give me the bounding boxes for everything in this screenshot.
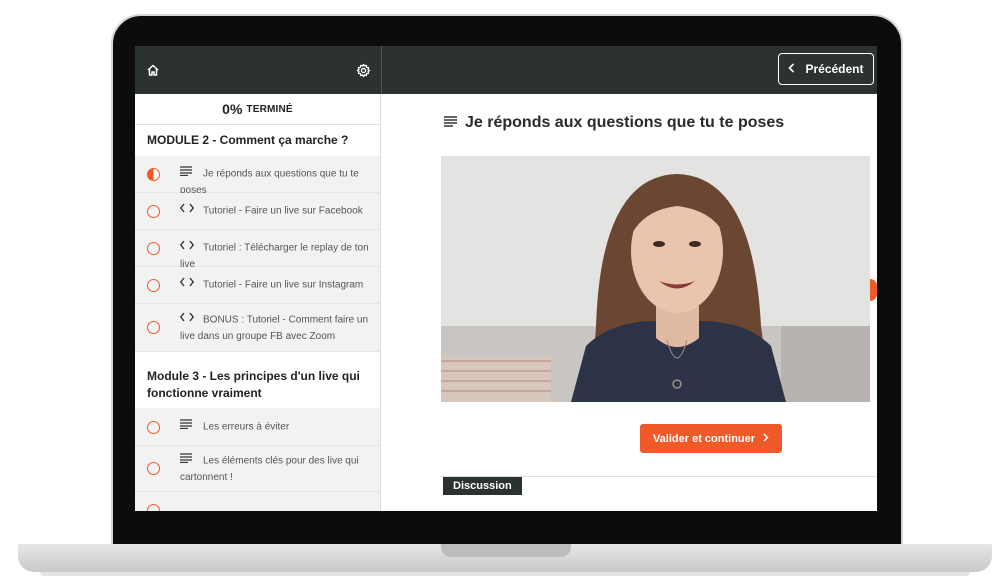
course-player-screen: Précédent 0% TERMINÉ MODULE 2 - Comment … xyxy=(135,46,877,511)
lesson-item[interactable]: BONUS : Tutoriel - Comment faire un live… xyxy=(135,304,380,352)
lesson-label: Je réponds aux questions que tu te poses xyxy=(180,168,359,196)
lesson-label: Les erreurs à éviter xyxy=(203,421,290,433)
validate-continue-label: Valider et continuer xyxy=(652,432,756,445)
text-lines-icon xyxy=(180,419,194,435)
progress-percent: 0% xyxy=(222,101,243,117)
text-lines-icon xyxy=(180,453,194,469)
lesson-item[interactable]: Les erreurs à éviter xyxy=(135,408,380,446)
lesson-item[interactable]: Les éléments clés pour des live qui cart… xyxy=(135,446,380,492)
laptop-notch xyxy=(441,544,571,557)
code-icon xyxy=(179,240,195,256)
lesson-item[interactable]: Je réponds aux questions que tu te poses xyxy=(135,156,380,196)
text-lines-icon xyxy=(180,166,194,182)
not-started-status-icon xyxy=(147,321,160,334)
code-icon xyxy=(179,277,195,293)
lesson-heading: Je réponds aux questions que tu te poses xyxy=(444,114,784,132)
lesson-video[interactable] xyxy=(441,156,870,402)
lesson-item[interactable]: Tutoriel - Faire un live sur Instagram xyxy=(135,267,380,304)
chevron-left-icon xyxy=(788,62,795,76)
topbar-divider xyxy=(381,46,382,94)
not-started-status-icon xyxy=(147,279,160,292)
course-sidebar: 0% TERMINÉ MODULE 2 - Comment ça marche … xyxy=(135,94,381,511)
lesson-content: Je réponds aux questions que tu te poses xyxy=(382,94,877,511)
not-started-status-icon xyxy=(147,205,160,218)
lesson-item[interactable]: Tutoriel - Faire un live sur Facebook xyxy=(135,193,380,230)
not-started-status-icon xyxy=(147,242,160,255)
previous-button-label: Précédent xyxy=(805,62,864,76)
not-started-status-icon xyxy=(147,504,160,511)
video-frame-image xyxy=(441,156,870,402)
not-started-status-icon xyxy=(147,421,160,434)
gear-icon[interactable] xyxy=(353,60,373,80)
progress-label: TERMINÉ xyxy=(246,103,293,115)
text-lines-icon xyxy=(444,114,457,132)
validate-continue-button[interactable]: Valider et continuer xyxy=(640,424,782,453)
module-title: MODULE 2 - Comment ça marche ? xyxy=(135,125,380,156)
code-icon xyxy=(179,312,195,328)
lesson-label: Tutoriel : Télécharger le replay de ton … xyxy=(180,242,369,270)
lesson-label: Les éléments clés pour des live qui cart… xyxy=(180,455,359,483)
lesson-label: Tutoriel - Faire un live sur Instagram xyxy=(203,279,364,291)
laptop-base-shadow xyxy=(40,572,970,576)
home-icon[interactable] xyxy=(143,60,163,80)
chevron-right-icon xyxy=(763,432,769,445)
code-icon xyxy=(179,203,195,219)
lesson-item[interactable]: Tutoriel : Télécharger le replay de ton … xyxy=(135,230,380,270)
lesson-label: Tutoriel - Faire un live sur Facebook xyxy=(203,205,363,217)
lesson-item[interactable] xyxy=(135,492,380,511)
top-bar: Précédent xyxy=(135,46,877,94)
lesson-title: Je réponds aux questions que tu te poses xyxy=(465,114,785,131)
module-title: Module 3 - Les principes d'un live qui f… xyxy=(135,352,380,408)
in-progress-status-icon xyxy=(147,168,160,181)
side-toggle-tab[interactable] xyxy=(870,279,877,301)
lesson-label: BONUS : Tutoriel - Comment faire un live… xyxy=(180,314,369,342)
previous-button[interactable]: Précédent xyxy=(778,53,874,85)
progress-indicator: 0% TERMINÉ xyxy=(135,94,380,125)
not-started-status-icon xyxy=(147,462,160,475)
discussion-tab[interactable]: Discussion xyxy=(443,477,522,495)
